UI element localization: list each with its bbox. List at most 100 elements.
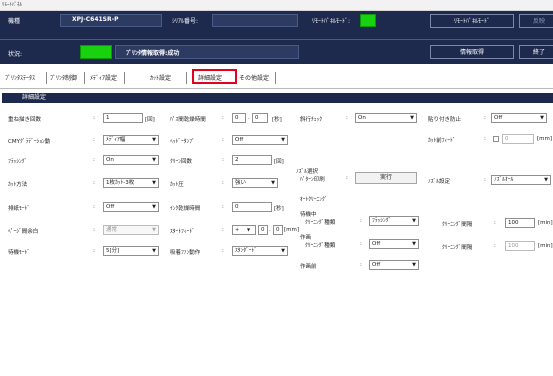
overprint-count-input[interactable]: 1: [103, 113, 143, 123]
chevron-down-icon: ▼: [152, 204, 156, 210]
chevron-down-icon: ▼: [152, 157, 156, 163]
nozzle-setting-value: ﾉｽﾞﾙｵｰﾙ: [494, 177, 514, 183]
flushing-value: On: [106, 157, 114, 163]
colon: :: [93, 115, 95, 121]
colon: :: [93, 180, 95, 186]
tab-cut-settings[interactable]: ｶｯﾄ設定: [150, 73, 171, 82]
printing-interval-label: ｸﾘｰﾆﾝｸﾞ間隔: [442, 245, 473, 251]
pass-dry-time-unit: [秒]: [272, 117, 282, 123]
get-info-button[interactable]: 情報取得: [430, 45, 514, 59]
start-feed-input-1[interactable]: 0: [258, 225, 268, 235]
cut-method-value: 1枚ｶｯﾄ-3枚: [106, 180, 135, 186]
paste-stop-value: Off: [494, 115, 503, 121]
cmy-gradation-label: CMYｸﾞﾗﾃﾞｰｼｮﾝ動: [8, 139, 51, 145]
eject-mode-select[interactable]: Off ▼: [103, 202, 159, 212]
clean-count-input[interactable]: 2: [232, 155, 272, 165]
chevron-down-icon: ▼: [281, 137, 285, 143]
colon: :: [93, 157, 95, 163]
cmy-gradation-select[interactable]: ﾒﾃﾞｨｱ幅 ▼: [103, 135, 159, 145]
standby-clean-type-value: ﾌﾗｯｼﾝｸﾞ: [372, 218, 392, 224]
printing-label: 作画: [300, 235, 312, 241]
standby-mode-select[interactable]: 5[分] ▼: [103, 246, 159, 256]
remote-mode-button[interactable]: ﾘﾓｰﾄﾊﾟﾈﾙﾓｰﾄﾞ: [430, 14, 514, 28]
skew-check-value: On: [358, 115, 366, 121]
paste-stop-label: 貼り付き防止: [428, 117, 462, 123]
colon: :: [360, 218, 362, 224]
cut-pressure-select[interactable]: 強い ▼: [232, 178, 278, 188]
head-tamp-select[interactable]: Off ▼: [232, 135, 288, 145]
colon: :: [346, 115, 348, 121]
page-margin-select[interactable]: 通常 ▼: [103, 225, 159, 235]
header-separator: [0, 39, 553, 40]
panel-header: 詳細設定: [2, 93, 553, 103]
cut-pressure-label: ｶｯﾄ圧: [170, 182, 184, 188]
exit-button[interactable]: 終了: [519, 45, 553, 59]
printing-clean-type-select[interactable]: Off ▼: [369, 239, 419, 249]
suction-fan-select[interactable]: ｽﾀﾝﾀﾞｰﾄﾞ ▼: [232, 246, 288, 256]
chevron-down-icon: ▼: [152, 248, 156, 254]
tab-printer-status[interactable]: ﾌﾟﾘﾝﾀｽﾃｰﾀｽ: [5, 73, 35, 82]
start-feed-input-2[interactable]: 0: [273, 225, 283, 235]
colon: :: [222, 180, 224, 186]
colon: :: [222, 227, 224, 233]
head-tamp-value: Off: [235, 137, 244, 143]
pass-dry-time-label: ﾊﾟｽ間乾燥時間: [170, 117, 206, 123]
chevron-down-icon: ▼: [152, 227, 156, 233]
remote-mode-indicator: [360, 14, 376, 27]
suction-fan-label: 吸着ﾌｧﾝ動作: [170, 250, 201, 256]
cut-method-select[interactable]: 1枚ｶｯﾄ-3枚 ▼: [103, 178, 159, 188]
standby-mode-value: 5[分]: [106, 248, 120, 254]
start-feed-sign-select[interactable]: + ▼: [232, 225, 256, 235]
printing-interval-input[interactable]: 100: [505, 241, 535, 251]
colon: :: [93, 248, 95, 254]
cut-method-label: ｶｯﾄ方法: [8, 182, 28, 188]
model-value: XPJ-C641SR-P: [72, 16, 119, 23]
standby-clean-type-select[interactable]: ﾌﾗｯｼﾝｸﾞ ▼: [369, 216, 419, 226]
tab-divider: [186, 72, 187, 84]
status-text: ﾌﾟﾘﾝﾀ情報取得:成功: [126, 50, 180, 57]
nozzle-group-label: ﾉｽﾞﾙ選択: [296, 169, 319, 175]
chevron-down-icon: ▼: [410, 115, 414, 121]
standby-clean-type-label: ｸﾘｰﾆﾝｸﾞ種類: [305, 220, 336, 226]
tab-media-settings[interactable]: ﾒﾃﾞｨｱ設定: [90, 73, 117, 82]
ink-dry-time-label: ｲﾝｸ乾燥時間: [170, 206, 201, 212]
printing-clean-type-value: Off: [372, 241, 381, 247]
tab-advanced-settings-active[interactable]: 詳細設定: [192, 69, 237, 84]
nozzle-setting-select[interactable]: ﾉｽﾞﾙｵｰﾙ ▼: [491, 175, 551, 185]
colon: :: [360, 241, 362, 247]
cut-feed-checkbox[interactable]: [493, 136, 499, 142]
start-feed-sign: +: [235, 227, 240, 233]
flushing-label: ﾌﾗｯｼﾝｸﾞ: [8, 159, 28, 165]
ink-dry-time-input[interactable]: 0: [232, 202, 272, 212]
tab-bar: ﾌﾟﾘﾝﾀｽﾃｰﾀｽ ﾌﾟﾘﾝﾀ制御 ﾒﾃﾞｨｱ設定 ｶｯﾄ設定 その他設定: [0, 69, 553, 89]
overprint-count-label: 重ね描き回数: [8, 117, 42, 123]
tab-printer-control[interactable]: ﾌﾟﾘﾝﾀ制御: [50, 73, 77, 82]
standby-interval-input[interactable]: 100: [505, 218, 535, 228]
printing-clean-type-label: ｸﾘｰﾆﾝｸﾞ種類: [305, 243, 336, 249]
colon: :: [360, 262, 362, 268]
tab-other-settings[interactable]: その他設定: [239, 73, 269, 82]
before-print-label: 作画前: [300, 264, 317, 270]
tab-divider: [46, 72, 47, 84]
tab-divider: [124, 72, 125, 84]
before-print-value: Off: [372, 262, 381, 268]
header-panel: 機種 XPJ-C641SR-P ｼﾘｱﾙ番号: ﾘﾓｰﾄﾊﾟﾈﾙﾓｰﾄﾞ: ﾘﾓ…: [0, 11, 553, 64]
head-tamp-label: ﾍｯﾄﾞｰﾀﾝﾌﾟ: [170, 139, 195, 145]
remote-mode-label: ﾘﾓｰﾄﾊﾟﾈﾙﾓｰﾄﾞ:: [312, 18, 351, 25]
cut-feed-input[interactable]: 0: [502, 134, 534, 144]
decimal-point: .: [248, 115, 250, 121]
execute-button[interactable]: 実行: [355, 172, 417, 184]
pass-dry-time-input-1[interactable]: 0: [232, 113, 246, 123]
pass-dry-time-input-2[interactable]: 0: [252, 113, 268, 123]
tab-divider: [84, 72, 85, 84]
flushing-select[interactable]: On ▼: [103, 155, 159, 165]
paste-stop-select[interactable]: Off ▼: [491, 113, 547, 123]
apply-button[interactable]: 反映: [519, 14, 553, 28]
colon: :: [93, 137, 95, 143]
clean-count-label: ｸﾘｰﾝ回数: [170, 159, 193, 165]
auto-cleaning-label: ｵｰﾄｸﾘｰﾆﾝｸﾞ: [300, 197, 328, 203]
chevron-down-icon: ▼: [247, 227, 251, 232]
skew-check-label: 斜行ﾁｪｯｸ: [300, 117, 323, 123]
before-print-select[interactable]: Off ▼: [369, 260, 419, 270]
skew-check-select[interactable]: On ▼: [355, 113, 417, 123]
